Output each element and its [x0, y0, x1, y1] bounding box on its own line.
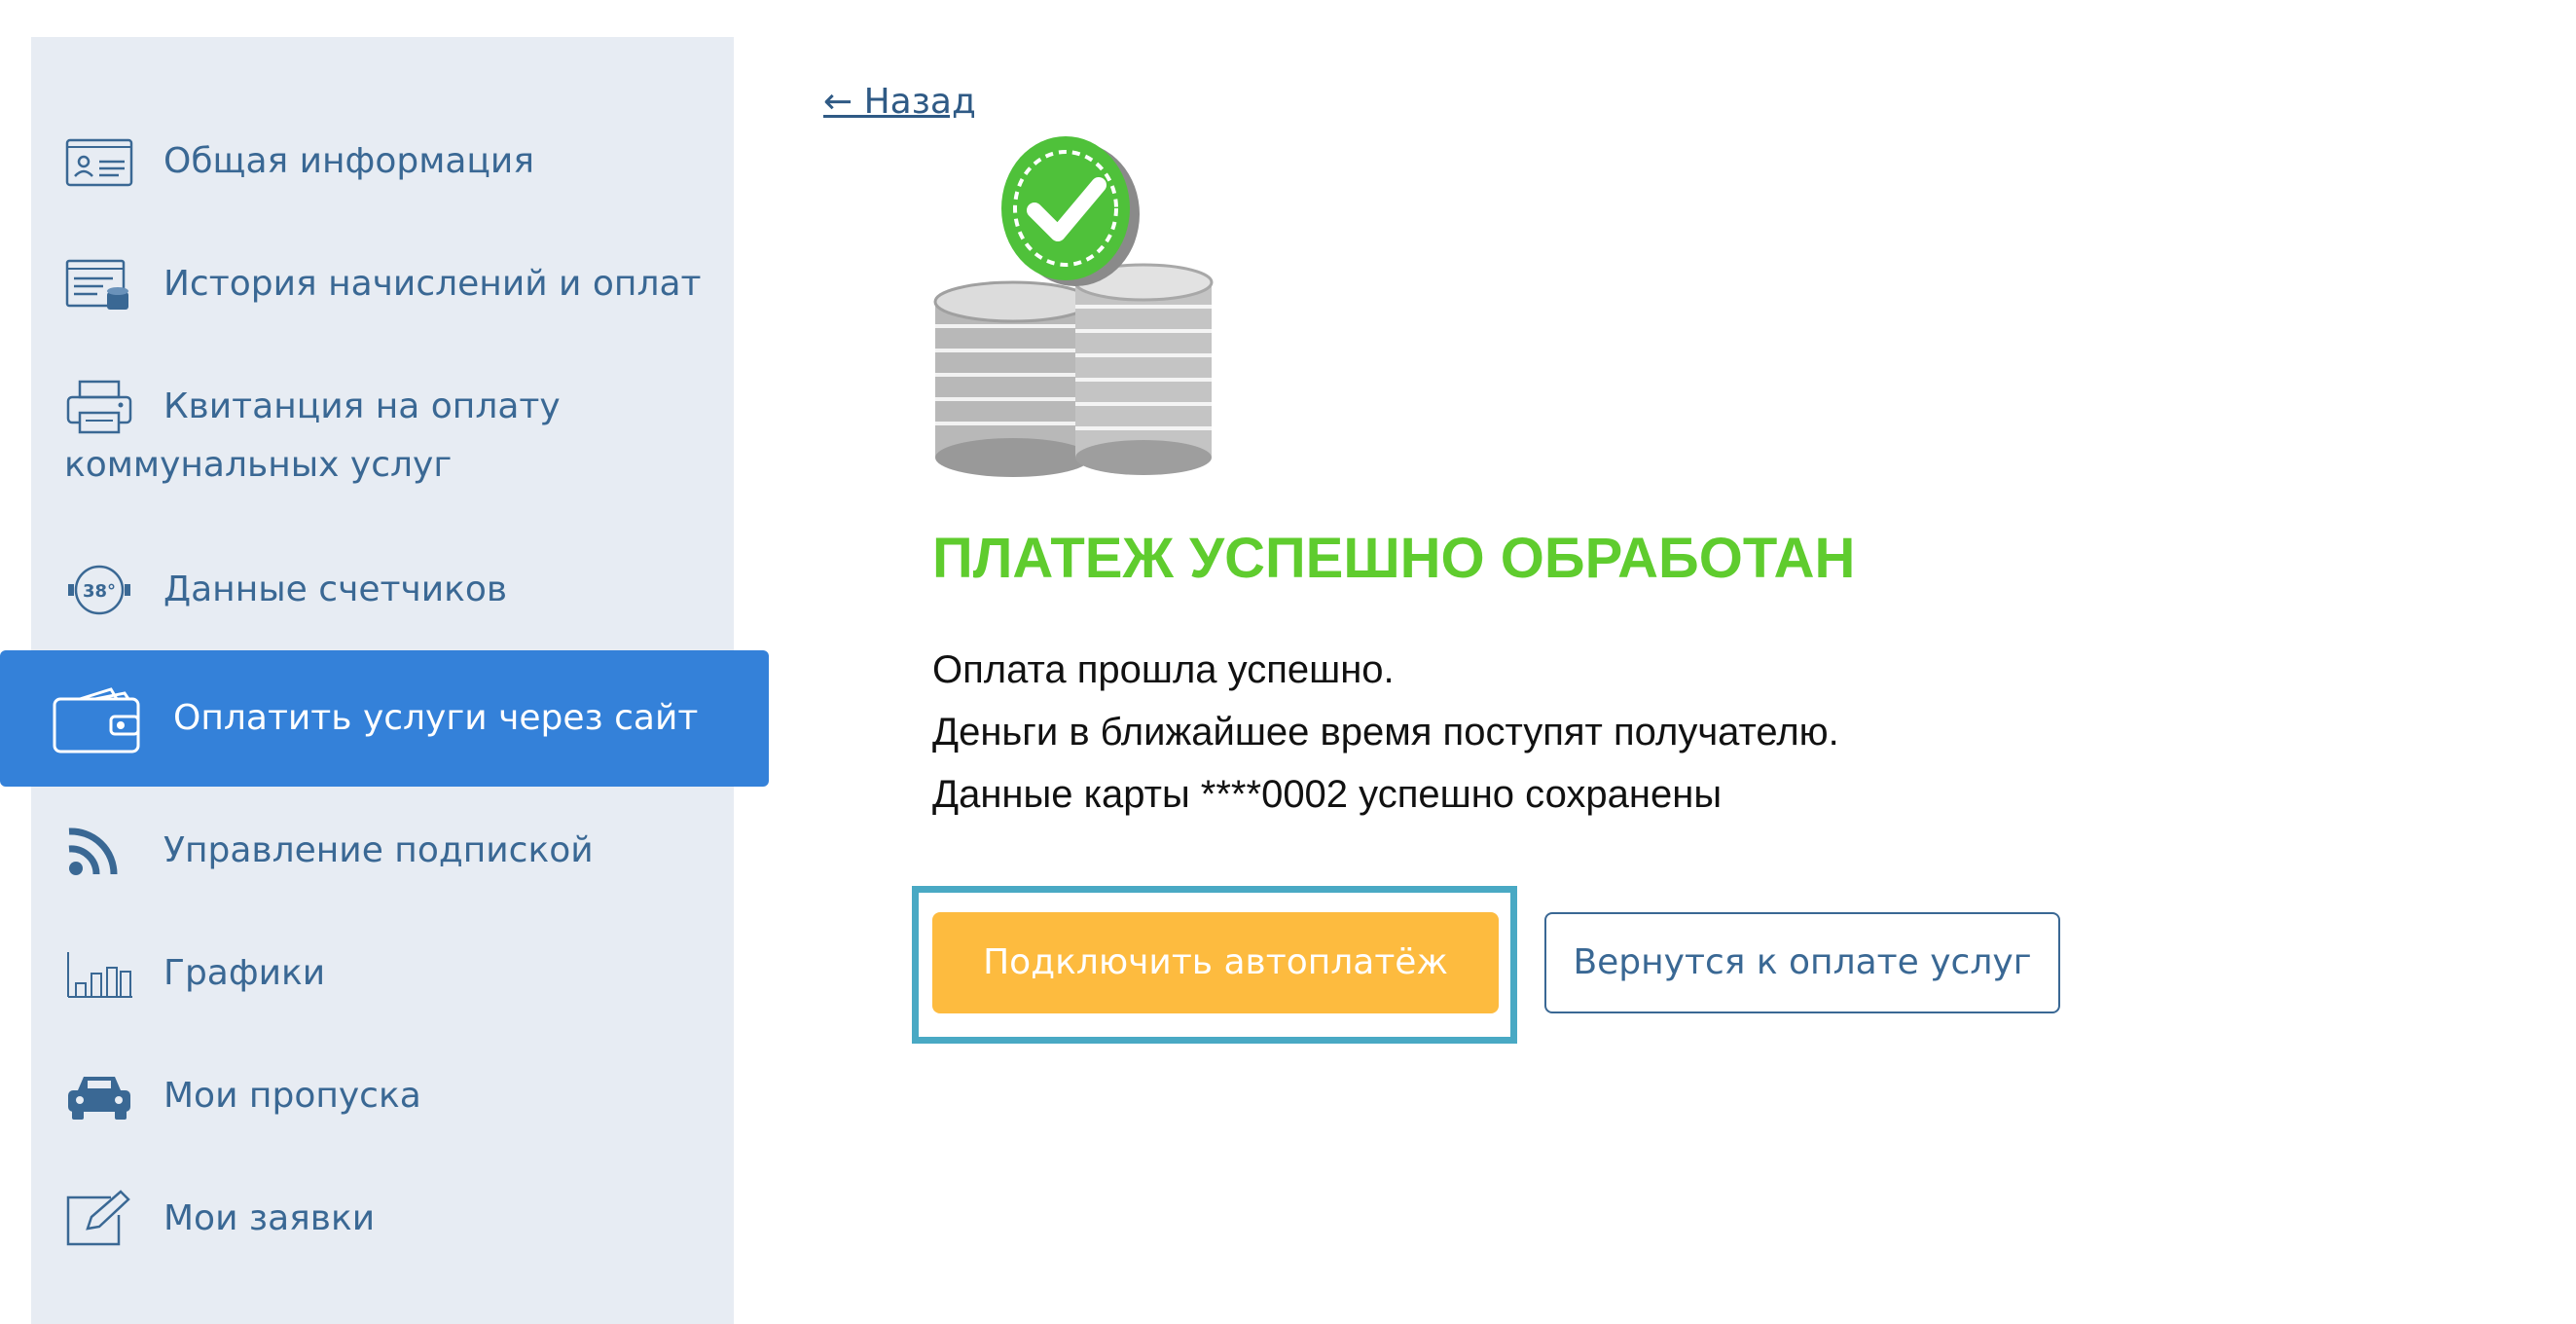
sidebar-item-label: Графики	[163, 953, 326, 993]
sidebar-item-label: История начислений и оплат	[163, 264, 702, 304]
page-title: ПЛАТЕЖ УСПЕШНО ОБРАБОТАН	[932, 527, 1856, 590]
sidebar-item-receipt[interactable]: Квитанция на оплату коммунальных услуг	[64, 378, 726, 495]
message-line: Деньги в ближайшее время поступят получа…	[932, 711, 1839, 754]
sidebar-item-label: Мои пропуска	[163, 1076, 421, 1116]
id-card-icon	[64, 132, 134, 209]
car-icon	[64, 1067, 134, 1144]
back-link[interactable]: ← Назад	[823, 76, 976, 129]
edit-icon	[64, 1190, 134, 1267]
billing-history-icon	[64, 255, 134, 332]
sidebar-item-label: Мои заявки	[163, 1198, 376, 1238]
success-message: Оплата прошла успешно. Деньги в ближайше…	[932, 639, 1839, 826]
coins-success-icon	[929, 127, 1251, 481]
wallet-icon	[51, 685, 144, 759]
message-line: Данные карты ****0002 успешно сохранены	[932, 773, 1723, 816]
sidebar-item-label: Данные счетчиков	[163, 570, 508, 609]
sidebar-item-label: Квитанция на оплату коммунальных услуг	[64, 386, 561, 485]
sidebar-item-label: Оплатить услуги через сайт	[173, 698, 699, 738]
svg-text:38°: 38°	[83, 581, 116, 602]
printer-icon	[64, 378, 134, 455]
message-line: Оплата прошла успешно.	[932, 648, 1395, 691]
bar-chart-icon	[64, 944, 134, 1021]
back-to-payments-button[interactable]: Вернутся к оплате услуг	[1544, 912, 2060, 1013]
sidebar-item-label: Общая информация	[163, 141, 534, 181]
enable-autopay-button[interactable]: Подключить автоплатёж	[932, 912, 1499, 1013]
sidebar-item-label: Управление подпиской	[163, 830, 594, 870]
rss-icon	[64, 822, 134, 899]
sidebar-item-pay-online[interactable]: Оплатить услуги через сайт	[0, 650, 769, 787]
meter-icon: 38°	[64, 561, 134, 638]
